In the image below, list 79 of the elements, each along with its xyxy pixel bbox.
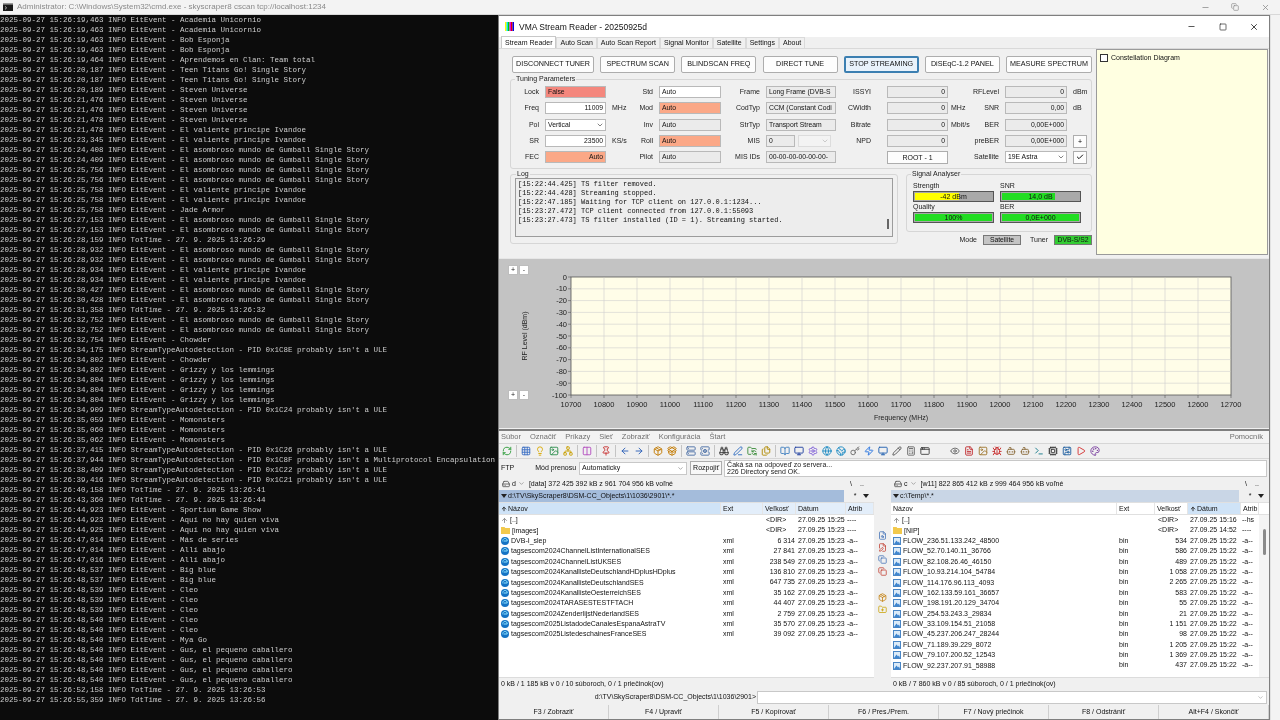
apply-button[interactable] bbox=[1073, 150, 1087, 164]
window-icon[interactable] bbox=[920, 446, 930, 456]
tree-icon[interactable] bbox=[563, 446, 573, 456]
chevron-down-icon bbox=[1257, 693, 1264, 701]
arrow-left-icon[interactable] bbox=[620, 446, 630, 456]
arrow-right-icon[interactable] bbox=[634, 446, 644, 456]
drive-icon bbox=[502, 479, 510, 488]
server-gear-icon[interactable] bbox=[700, 446, 710, 456]
new-folder-icon[interactable] bbox=[878, 605, 887, 614]
gear-icon[interactable] bbox=[808, 446, 818, 456]
document-icon[interactable] bbox=[964, 446, 974, 456]
terminal-icon[interactable] bbox=[1034, 446, 1044, 456]
image-file-icon bbox=[893, 536, 901, 545]
key-icon[interactable] bbox=[850, 446, 860, 456]
chevron-down-icon bbox=[517, 480, 525, 487]
package-icon[interactable] bbox=[653, 446, 663, 456]
sort-arrow-icon bbox=[1190, 505, 1196, 512]
book-icon[interactable] bbox=[780, 446, 790, 456]
up-arrow-icon bbox=[893, 516, 900, 524]
earth-icon[interactable] bbox=[836, 446, 846, 456]
pencil-icon[interactable] bbox=[892, 446, 902, 456]
maximize-icon bbox=[1218, 22, 1227, 31]
lightbulb-icon[interactable] bbox=[535, 446, 545, 456]
chip-icon[interactable] bbox=[1048, 446, 1058, 456]
screen-icon[interactable] bbox=[878, 446, 888, 456]
open-package-icon[interactable] bbox=[667, 446, 677, 456]
up-arrow-icon bbox=[501, 516, 508, 524]
monitor-icon[interactable] bbox=[794, 446, 804, 456]
console-scrollbar[interactable] bbox=[1270, 15, 1280, 720]
window-title: VMA Stream Reader - 20250925d bbox=[519, 21, 648, 32]
bug-icon[interactable] bbox=[992, 446, 1002, 456]
lightning-icon[interactable] bbox=[864, 446, 874, 456]
package-icon[interactable] bbox=[878, 593, 887, 602]
copy-icon[interactable] bbox=[878, 555, 887, 564]
command-field[interactable] bbox=[757, 690, 1267, 704]
check-icon bbox=[1076, 153, 1084, 162]
image-icon[interactable] bbox=[549, 446, 559, 456]
chevron-down-icon bbox=[909, 480, 917, 487]
refresh-icon[interactable] bbox=[502, 446, 512, 456]
columns-icon[interactable] bbox=[582, 446, 592, 456]
scrollbar-thumb[interactable] bbox=[1262, 529, 1266, 555]
picture-icon[interactable] bbox=[978, 446, 988, 456]
checkbox[interactable] bbox=[1100, 54, 1108, 62]
terminal-icon bbox=[3, 3, 13, 11]
file-search-icon[interactable] bbox=[878, 531, 887, 540]
globe-icon[interactable] bbox=[822, 446, 832, 456]
calculator-icon[interactable] bbox=[906, 446, 916, 456]
binoculars-icon[interactable] bbox=[719, 446, 729, 456]
caret-icon bbox=[501, 494, 507, 498]
sort-arrow-icon bbox=[501, 505, 507, 512]
caret-icon bbox=[893, 494, 899, 498]
color-bars-icon bbox=[505, 22, 514, 31]
restore-icon bbox=[1231, 3, 1239, 11]
play-icon[interactable] bbox=[1076, 446, 1086, 456]
scrollbar-thumb[interactable] bbox=[887, 219, 889, 229]
server-icon[interactable] bbox=[686, 446, 696, 456]
copy-icon[interactable] bbox=[878, 567, 887, 576]
drive-icon bbox=[894, 479, 902, 488]
window-title: Administrator: C:\Windows\System32\cmd.exe - skyscraper8 cscan tcp://localhost:1234 bbox=[17, 2, 326, 12]
eye-icon[interactable] bbox=[950, 446, 960, 456]
folder-icon bbox=[893, 527, 902, 535]
grid-icon[interactable] bbox=[521, 446, 531, 456]
scrollbar[interactable] bbox=[1259, 515, 1269, 677]
folder-sync-icon[interactable] bbox=[747, 446, 757, 456]
chevron-down-icon bbox=[677, 464, 685, 472]
folder-icon bbox=[501, 527, 510, 535]
pen-icon[interactable] bbox=[733, 446, 743, 456]
files-icon[interactable] bbox=[761, 446, 771, 456]
pin-icon[interactable] bbox=[601, 446, 611, 456]
palette-icon[interactable] bbox=[1090, 446, 1100, 456]
robot-icon[interactable] bbox=[1020, 446, 1030, 456]
robot-icon[interactable] bbox=[1006, 446, 1016, 456]
file-edit-icon[interactable] bbox=[878, 543, 887, 552]
circuit-board-icon[interactable] bbox=[1062, 446, 1072, 456]
close-icon bbox=[1260, 2, 1270, 12]
caret-icon bbox=[1258, 494, 1264, 498]
caret-icon bbox=[863, 494, 869, 498]
round-file-icon bbox=[501, 536, 509, 545]
close-icon bbox=[1248, 21, 1259, 32]
